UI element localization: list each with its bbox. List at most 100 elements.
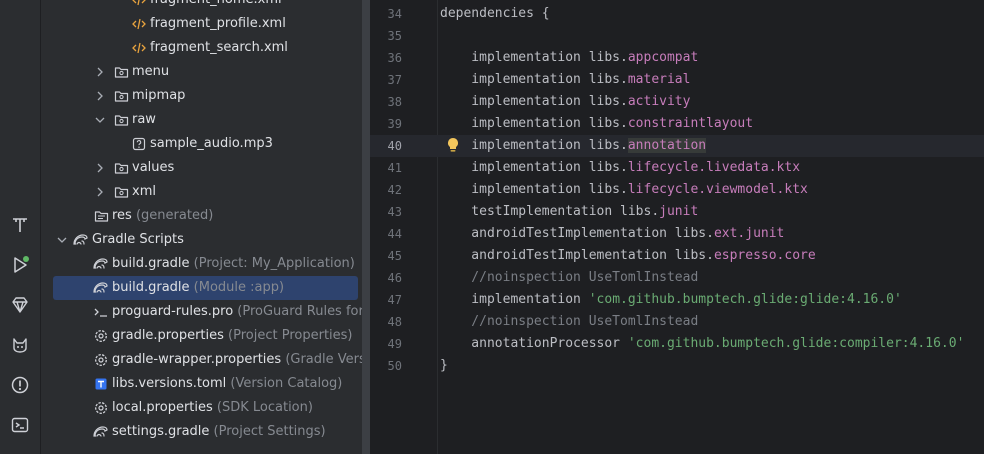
tree-item[interactable]: fragment_search.xml (41, 36, 362, 60)
line-number[interactable]: 46 (370, 271, 402, 285)
code-text[interactable]: annotationProcessor 'com.github.bumptech… (440, 336, 964, 352)
tree-item[interactable]: settings.gradle (Project Settings) (41, 420, 362, 444)
chevron-down-icon[interactable] (55, 232, 69, 248)
code-line[interactable]: 50} (370, 355, 984, 377)
tree-item[interactable]: gradle-wrapper.properties (Gradle Versio (41, 348, 362, 372)
code-line[interactable]: 34 dependencies { (370, 3, 984, 25)
code-text[interactable]: } (440, 358, 448, 374)
chevron-right-icon[interactable] (93, 184, 107, 200)
tree-item[interactable]: mipmap (41, 84, 362, 108)
code-line[interactable]: 37 implementation libs.material (370, 69, 984, 91)
code-text[interactable]: implementation libs.constraintlayout (440, 116, 753, 132)
tree-item[interactable]: xml (41, 180, 362, 204)
line-number[interactable]: 49 (370, 337, 402, 351)
code-line[interactable]: 45 androidTestImplementation libs.espres… (370, 245, 984, 267)
code-line[interactable]: 41 implementation libs.lifecycle.livedat… (370, 157, 984, 179)
tree-item[interactable]: sample_audio.mp3 (41, 132, 362, 156)
code-line[interactable]: 49 annotationProcessor 'com.github.bumpt… (370, 333, 984, 355)
code-text[interactable]: implementation libs.material (440, 72, 690, 88)
chevron-down-icon[interactable] (93, 112, 107, 128)
code-line[interactable]: 40 implementation libs.annotation (370, 135, 984, 157)
text-tool-icon[interactable] (7, 212, 33, 238)
code-text[interactable]: //noinspection UseTomlInstead (440, 314, 698, 330)
string-token: 'com.github.bumptech.glide:compiler:4.16… (627, 336, 965, 351)
code-line[interactable]: 44 androidTestImplementation libs.ext.ju… (370, 223, 984, 245)
tree-item-label: res (112, 208, 132, 223)
tree-item[interactable]: Gradle Scripts (41, 228, 362, 252)
unknown-file-icon (131, 136, 147, 152)
code-text[interactable]: implementation 'com.github.bumptech.glid… (440, 292, 902, 308)
line-number[interactable]: 42 (370, 183, 402, 197)
tree-item[interactable]: proguard-rules.pro (ProGuard Rules for " (41, 300, 362, 324)
code-line[interactable]: 38 implementation libs.activity (370, 91, 984, 113)
code-line[interactable]: 47 implementation 'com.github.bumptech.g… (370, 289, 984, 311)
tree-item[interactable]: build.gradle (Module :app) (53, 276, 358, 300)
tree-item[interactable]: values (41, 156, 362, 180)
run-icon[interactable] (7, 252, 33, 278)
tree-item-text: settings.gradle (Project Settings) (112, 424, 326, 440)
code-text[interactable]: dependencies { (440, 6, 550, 22)
line-number[interactable]: 50 (370, 359, 402, 373)
tree-item[interactable]: fragment_profile.xml (41, 12, 362, 36)
line-number[interactable]: 34 (370, 7, 402, 21)
xml-icon (131, 16, 147, 32)
tree-item[interactable]: menu (41, 60, 362, 84)
code-text[interactable]: androidTestImplementation libs.espresso.… (440, 248, 815, 264)
code-line[interactable]: 46 //noinspection UseTomlInstead (370, 267, 984, 289)
gradle-icon (93, 280, 109, 296)
line-number[interactable]: 48 (370, 315, 402, 329)
code-text[interactable]: testImplementation libs.junit (440, 204, 698, 220)
code-text[interactable]: implementation libs.lifecycle.viewmodel.… (440, 182, 808, 198)
line-number[interactable]: 44 (370, 227, 402, 241)
terminal-icon[interactable] (7, 412, 33, 438)
code-text[interactable]: implementation libs.annotation (440, 138, 707, 154)
code-token: implementation libs. (440, 138, 628, 153)
property-token: lifecycle.viewmodel.ktx (627, 182, 808, 197)
tree-item[interactable]: raw (41, 108, 362, 132)
code-text[interactable]: implementation libs.lifecycle.livedata.k… (440, 160, 800, 176)
line-number[interactable]: 40 (370, 139, 402, 153)
code-text[interactable]: //noinspection UseTomlInstead (440, 270, 698, 286)
problems-icon[interactable] (7, 372, 33, 398)
lightbulb-icon[interactable] (446, 137, 460, 153)
chevron-right-icon[interactable] (93, 88, 107, 104)
tree-item-hint: (Gradle Versio (285, 352, 362, 367)
tree-item-label: menu (132, 64, 170, 79)
code-line[interactable]: 42 implementation libs.lifecycle.viewmod… (370, 179, 984, 201)
line-number[interactable]: 43 (370, 205, 402, 219)
tree-item[interactable]: gradle.properties (Project Properties) (41, 324, 362, 348)
tree-item[interactable]: fragment_home.xml (41, 0, 362, 12)
line-number[interactable]: 35 (370, 29, 402, 43)
line-number[interactable]: 38 (370, 95, 402, 109)
line-number[interactable]: 41 (370, 161, 402, 175)
cat-icon[interactable] (7, 332, 33, 358)
line-number[interactable]: 36 (370, 51, 402, 65)
code-editor[interactable]: 34 dependencies { 35 36 implementation libs… (370, 0, 984, 454)
code-line[interactable]: 35 (370, 25, 984, 47)
tree-item[interactable]: libs.versions.toml (Version Catalog) (41, 372, 362, 396)
line-number[interactable]: 39 (370, 117, 402, 131)
code-line[interactable]: 43 testImplementation libs.junit (370, 201, 984, 223)
code-line[interactable]: 39 implementation libs.constraintlayout (370, 113, 984, 135)
settings-icon (93, 400, 109, 416)
panel-divider[interactable] (362, 0, 370, 454)
line-number[interactable]: 47 (370, 293, 402, 307)
code-line[interactable]: 48 //noinspection UseTomlInstead (370, 311, 984, 333)
chevron-right-icon[interactable] (93, 160, 107, 176)
code-token: annotationProcessor (440, 336, 628, 351)
code-line[interactable]: 36 implementation libs.appcompat (370, 47, 984, 69)
tree-item[interactable]: res (generated) (41, 204, 362, 228)
chevron-right-icon[interactable] (93, 64, 107, 80)
code-token: testImplementation libs. (440, 204, 660, 219)
line-number[interactable]: 37 (370, 73, 402, 87)
tree-item[interactable]: build.gradle (Project: My_Application) (41, 252, 362, 276)
tree-item-label: fragment_home.xml (150, 0, 282, 7)
gem-icon[interactable] (7, 292, 33, 318)
code-text[interactable]: implementation libs.appcompat (440, 50, 698, 66)
tree-item-hint: (ProGuard Rules for " (233, 304, 362, 319)
code-text[interactable]: androidTestImplementation libs.ext.junit (440, 226, 784, 242)
tree-item[interactable]: local.properties (SDK Location) (41, 396, 362, 420)
tree-item-label: proguard-rules.pro (112, 304, 234, 319)
code-text[interactable]: implementation libs.activity (440, 94, 690, 110)
line-number[interactable]: 45 (370, 249, 402, 263)
